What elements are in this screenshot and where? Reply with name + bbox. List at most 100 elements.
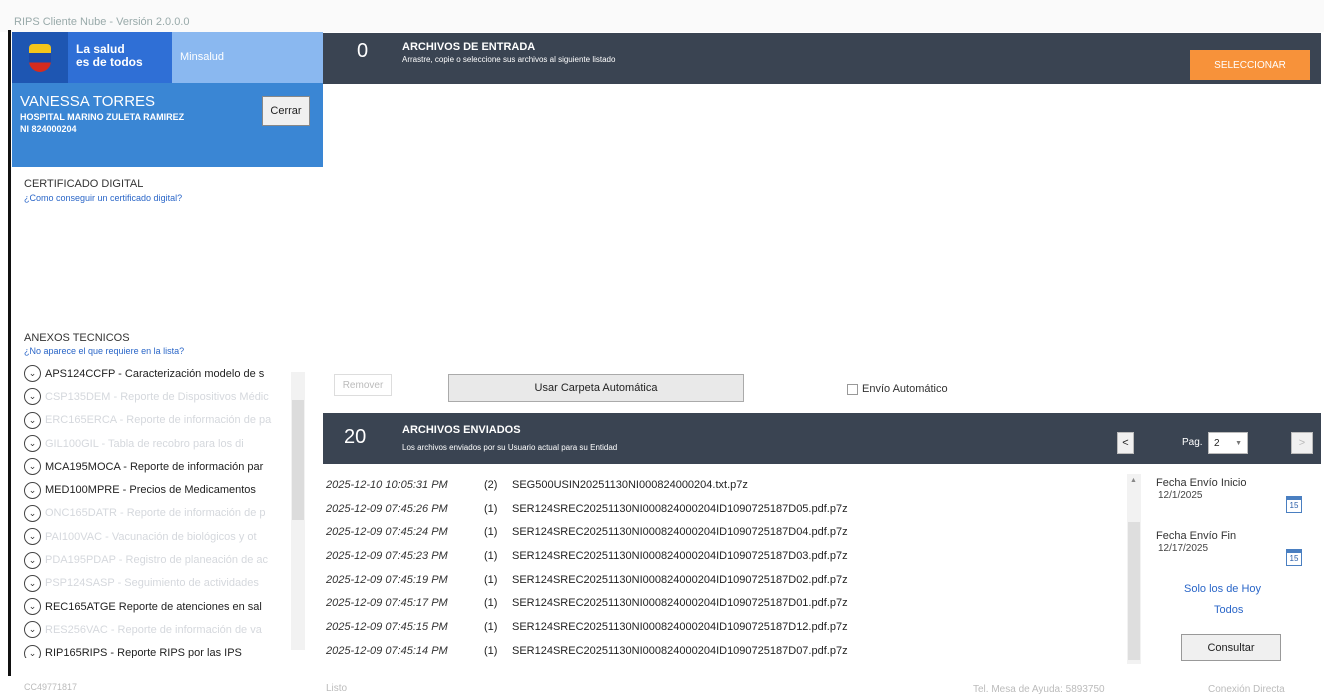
sent-file-row[interactable]: 2025-12-09 07:45:17 PM (1) SER124SREC20251… [326,591,1126,615]
auto-send-checkbox[interactable] [847,384,858,395]
auto-send-label[interactable]: Envío Automático [862,383,948,395]
today-only-link[interactable]: Solo los de Hoy [1184,583,1261,595]
annex-item[interactable]: ⌄ RES256VAC - Reporte de información de v… [24,618,306,641]
status-help-desk: Tel. Mesa de Ayuda: 5893750 [973,684,1105,695]
annex-item-label: REC165ATGE Reporte de atenciones en sal [45,600,262,613]
sent-file-row[interactable]: 2025-12-09 07:45:19 PM (1) SER124SREC20251… [326,568,1126,592]
all-link[interactable]: Todos [1214,604,1243,616]
sent-header-bar [323,413,1321,464]
sent-file-date: 2025-12-09 07:45:24 PM [326,526,448,539]
sent-file-row[interactable]: 2025-12-09 07:45:26 PM (1) SER124SREC20251… [326,497,1126,521]
sent-file-count: (1) [484,597,498,610]
annex-item[interactable]: ⌄ PDA195PDAP - Registro de planeación de … [24,548,306,571]
remove-button[interactable]: Remover [334,374,392,396]
incoming-count: 0 [357,40,369,62]
sent-file-date: 2025-12-09 07:45:14 PM [326,644,448,657]
sent-file-name: SEG500USIN20251130NI000824000204.txt.p7z [512,478,748,491]
annex-item[interactable]: ⌄ MCA195MOCA - Reporte de información par [24,455,306,478]
annex-item[interactable]: ⌄ PAI100VAC - Vacunación de biológicos y … [24,525,306,548]
certificate-help-link[interactable]: ¿Como conseguir un certificado digital? [24,193,182,203]
chevron-down-icon[interactable]: ⌄ [24,598,41,616]
sent-file-name: SER124SREC20251130NI000824000204ID109072… [512,644,848,657]
page-select[interactable]: 2 ▼ [1208,432,1248,454]
chevron-down-icon[interactable]: ⌄ [24,365,41,383]
chevron-down-icon[interactable]: ⌄ [24,574,41,592]
annex-item[interactable]: ⌄ APS124CCFP - Caracterización modelo de … [24,362,306,385]
sent-file-row[interactable]: 2025-12-09 07:45:23 PM (1) SER124SREC20251… [326,544,1126,568]
annex-item[interactable]: ⌄ MED100MPRE - Precios de Medicamentos [24,478,306,501]
sent-subtitle: Los archivos enviados por su Usuario act… [402,443,618,452]
chevron-down-icon[interactable]: ⌄ [24,644,41,658]
sent-file-name: SER124SREC20251130NI000824000204ID109072… [512,573,848,586]
annex-item-label: MCA195MOCA - Reporte de información par [45,460,264,473]
page-select-value: 2 [1214,437,1220,449]
annex-item-label: PSP124SASP - Seguimiento de actividades [45,577,259,590]
ministry-label: Minsalud [172,32,323,83]
sent-files-scroll-thumb[interactable] [1128,522,1140,660]
annex-item[interactable]: ⌄ CSP135DEM - Reporte de Dispositivos Méd… [24,385,306,408]
annex-item-label: PAI100VAC - Vacunación de biológicos y o… [45,530,257,543]
sent-file-row[interactable]: 2025-12-09 07:45:15 PM (1) SER124SREC20251… [326,615,1126,639]
scroll-up-arrow-icon[interactable]: ▲ [1130,477,1137,484]
chevron-down-icon[interactable]: ⌄ [24,481,41,499]
chevron-down-icon[interactable]: ⌄ [24,458,41,476]
brand-header: La salud es de todos Minsalud [12,32,323,83]
annex-item[interactable]: ⌄ REC165ATGE Reporte de atenciones en sal [24,595,306,618]
sent-file-name: SER124SREC20251130NI000824000204ID109072… [512,620,848,633]
status-connection: Conexión Directa [1208,684,1285,695]
sent-file-date: 2025-12-09 07:45:19 PM [326,573,448,586]
chevron-down-icon[interactable]: ⌄ [24,551,41,569]
brand-slogan: La salud es de todos [68,32,172,83]
previous-page-button[interactable]: < [1117,432,1134,454]
start-date-label: Fecha Envío Inicio [1156,477,1247,489]
calendar-icon[interactable]: 15 [1286,549,1302,566]
calendar-day: 15 [1289,501,1299,510]
calendar-day: 15 [1289,554,1299,563]
certificate-title: CERTIFICADO DIGITAL [24,178,144,190]
query-button[interactable]: Consultar [1181,634,1281,661]
sent-file-count: (2) [484,478,498,491]
annex-item-label: MED100MPRE - Precios de Medicamentos [45,484,256,497]
chevron-down-icon[interactable]: ⌄ [24,621,41,639]
annex-item-label: ERC165ERCA - Reporte de información de p… [45,414,272,427]
use-auto-folder-button[interactable]: Usar Carpeta Automática [448,374,744,402]
annex-item-label: PDA195PDAP - Registro de planeación de a… [45,554,268,567]
annexes-scroll-thumb[interactable] [292,400,304,520]
chevron-down-icon[interactable]: ⌄ [24,435,41,453]
window-titlebar: RIPS Cliente Nube - Versión 2.0.0.0 [0,0,1324,32]
end-date-label: Fecha Envío Fin [1156,530,1237,542]
start-date-field[interactable]: 12/1/2025 [1158,490,1203,501]
close-session-button[interactable]: Cerrar [262,96,310,126]
chevron-down-icon[interactable]: ⌄ [24,411,41,429]
chevron-down-icon[interactable]: ⌄ [24,504,41,522]
annex-item[interactable]: ⌄ ONC165DATR - Reporte de información de … [24,502,306,525]
sent-file-name: SER124SREC20251130NI000824000204ID109072… [512,549,848,562]
sent-file-count: (1) [484,620,498,633]
annexes-title: ANEXOS TECNICOS [24,332,130,344]
sent-file-row[interactable]: 2025-12-10 10:05:31 PM (2) SEG500USIN20251… [326,473,1126,497]
incoming-subtitle: Arrastre, copie o seleccione sus archivo… [402,55,616,64]
sent-file-count: (1) [484,573,498,586]
sent-files-list: 2025-12-10 10:05:31 PM (2) SEG500USIN20251… [326,473,1126,663]
calendar-icon[interactable]: 15 [1286,496,1302,513]
end-date-field[interactable]: 12/17/2025 [1158,543,1208,554]
annex-item-label: CSP135DEM - Reporte de Dispositivos Médi… [45,390,269,403]
page-label: Pag. [1182,437,1203,448]
sent-file-count: (1) [484,549,498,562]
next-page-button[interactable]: > [1291,432,1313,454]
sent-file-count: (1) [484,502,498,515]
annexes-help-link[interactable]: ¿No aparece el que requiere en la lista? [24,346,184,356]
sent-file-row[interactable]: 2025-12-09 07:45:24 PM (1) SER124SREC20251… [326,520,1126,544]
sent-file-date: 2025-12-09 07:45:23 PM [326,549,448,562]
annex-item[interactable]: ⌄ RIP165RIPS - Reporte RIPS por las IPS [24,642,306,658]
status-user-code: CC49771817 [24,682,78,692]
annex-item[interactable]: ⌄ PSP124SASP - Seguimiento de actividades [24,572,306,595]
sent-file-row[interactable]: 2025-12-09 07:45:14 PM (1) SER124SREC20251… [326,639,1126,663]
annex-item[interactable]: ⌄ ERC165ERCA - Reporte de información de … [24,409,306,432]
chevron-down-icon[interactable]: ⌄ [24,528,41,546]
select-files-button[interactable]: SELECCIONAR [1190,50,1310,80]
window-title: RIPS Cliente Nube - Versión 2.0.0.0 [14,16,190,28]
chevron-down-icon[interactable]: ⌄ [24,388,41,406]
sent-file-name: SER124SREC20251130NI000824000204ID109072… [512,502,848,515]
annex-item[interactable]: ⌄ GIL100GIL - Tabla de recobro para los d… [24,432,306,455]
